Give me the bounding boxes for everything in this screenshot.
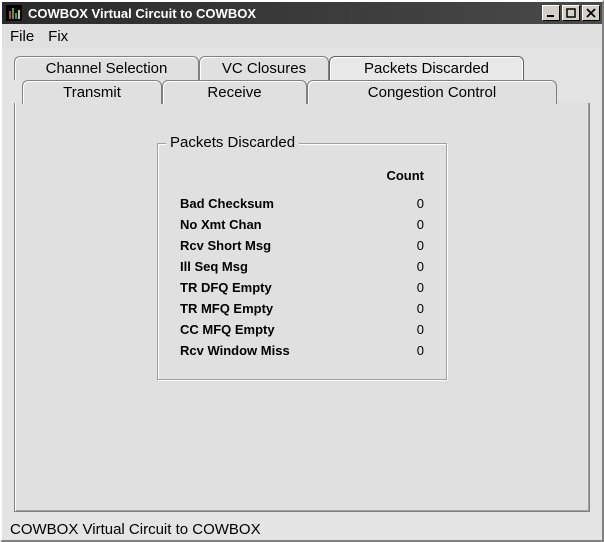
tab-label: Transmit [63,84,121,101]
row-label: Rcv Window Miss [180,340,290,361]
menu-fix[interactable]: Fix [48,28,68,45]
row-label: Ill Seq Msg [180,256,248,277]
tab-channel-selection[interactable]: Channel Selection [14,56,199,80]
tab-packets-discarded[interactable]: Packets Discarded [329,56,524,80]
tab-congestion-control[interactable]: Congestion Control [307,80,557,104]
tabstrip: Channel Selection VC Closures Packets Di… [14,56,590,104]
table-row: Rcv Window Miss 0 [180,340,424,361]
row-label: TR DFQ Empty [180,277,272,298]
close-button[interactable] [582,5,600,21]
row-label: TR MFQ Empty [180,298,273,319]
statusbar: COWBOX Virtual Circuit to COWBOX [2,518,602,540]
row-label: No Xmt Chan [180,214,262,235]
titlebar: COWBOX Virtual Circuit to COWBOX [2,2,602,24]
row-label: Bad Checksum [180,193,274,214]
row-value: 0 [384,214,424,235]
tab-vc-closures[interactable]: VC Closures [199,56,329,80]
minimize-button[interactable] [542,5,560,21]
row-value: 0 [384,235,424,256]
tab-receive[interactable]: Receive [162,80,307,104]
tab-label: VC Closures [222,60,306,77]
window-title: COWBOX Virtual Circuit to COWBOX [28,6,542,21]
table-row: TR MFQ Empty 0 [180,298,424,319]
app-window: COWBOX Virtual Circuit to COWBOX File Fi… [0,0,604,542]
row-value: 0 [384,298,424,319]
table-row: Rcv Short Msg 0 [180,235,424,256]
row-label: CC MFQ Empty [180,319,275,340]
group-legend: Packets Discarded [166,134,299,151]
row-value: 0 [384,256,424,277]
packets-table: Count Bad Checksum 0 No Xmt Chan 0 Rcv Sho… [180,168,424,361]
row-value: 0 [384,193,424,214]
table-row: CC MFQ Empty 0 [180,319,424,340]
tab-transmit[interactable]: Transmit [22,80,162,104]
table-row: Ill Seq Msg 0 [180,256,424,277]
table-row: TR DFQ Empty 0 [180,277,424,298]
content-area: Channel Selection VC Closures Packets Di… [2,48,602,518]
row-value: 0 [384,277,424,298]
menubar: File Fix [2,24,602,48]
row-value: 0 [384,319,424,340]
window-controls [542,5,600,21]
packets-discarded-group: Packets Discarded Count Bad Checksum0 No… [157,143,447,380]
count-header: Count [180,168,424,193]
status-text: COWBOX Virtual Circuit to COWBOX [10,521,261,538]
table-row: No Xmt Chan 0 [180,214,424,235]
tab-label: Congestion Control [368,84,496,101]
tab-label: Receive [207,84,261,101]
menu-file[interactable]: File [10,28,34,45]
table-row: Bad Checksum 0 [180,193,424,214]
app-icon [6,5,22,21]
tab-label: Channel Selection [46,60,168,77]
tab-label: Packets Discarded [364,60,489,77]
row-label: Rcv Short Msg [180,235,271,256]
row-value: 0 [384,340,424,361]
tab-panel: Packets Discarded Count Bad Checksum 0 No… [14,103,590,512]
maximize-button[interactable] [562,5,580,21]
